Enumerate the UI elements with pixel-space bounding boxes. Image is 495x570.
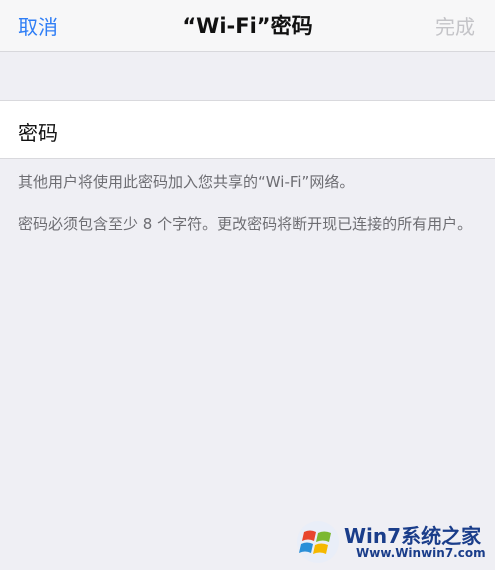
share-help-text: 其他用户将使用此密码加入您共享的“Wi-Fi”网络。 (18, 173, 355, 191)
watermark: Win7系统之家 Www.Winwin7.com (296, 518, 495, 568)
watermark-url: Www.Winwin7.com (356, 546, 486, 560)
section-spacer (0, 53, 495, 100)
watermark-title: Win7系统之家 (344, 524, 482, 548)
page-title: “Wi-Fi”密码 (182, 14, 313, 38)
password-label: 密码 (18, 121, 58, 145)
password-input[interactable] (95, 111, 475, 149)
wifi-password-screen: 取消 “Wi-Fi”密码 完成 密码 其他用户将使用此密码加入您共享的“Wi-F… (0, 0, 495, 570)
password-field-row[interactable]: 密码 (0, 100, 495, 159)
password-requirement-text: 密码必须包含至少 8 个字符。更改密码将断开现已连接的所有用户。 (18, 215, 473, 233)
windows-logo-icon (297, 521, 339, 563)
navigation-bar: 取消 “Wi-Fi”密码 完成 (0, 0, 495, 52)
done-button[interactable]: 完成 (435, 11, 475, 40)
